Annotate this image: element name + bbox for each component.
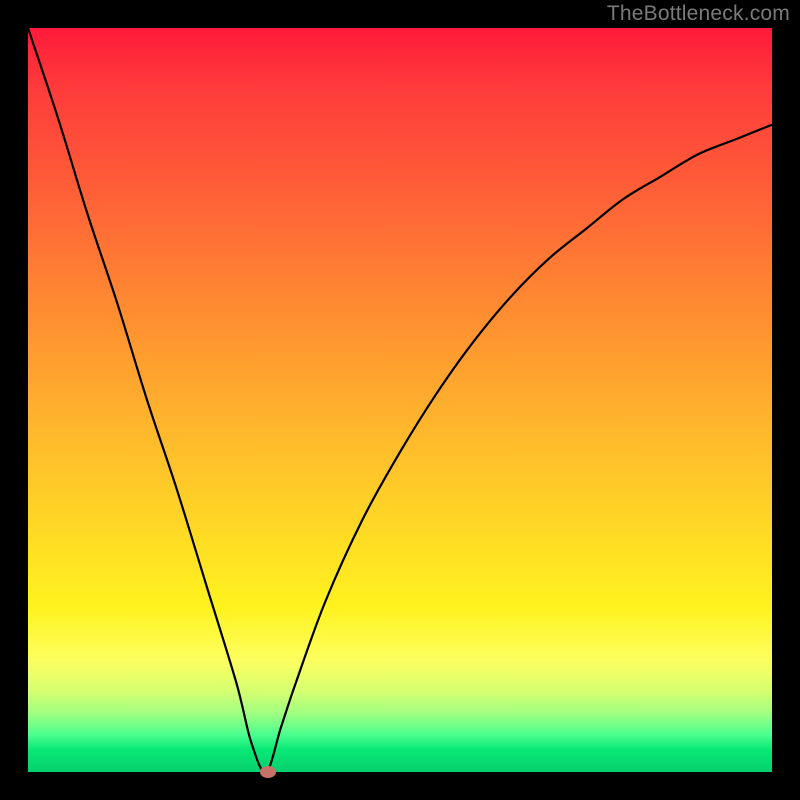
curve-svg xyxy=(28,28,772,772)
watermark-text: TheBottleneck.com xyxy=(607,2,790,26)
bottleneck-curve xyxy=(28,28,772,772)
plot-area xyxy=(28,28,772,772)
optimal-point-marker xyxy=(260,766,276,778)
chart-frame: TheBottleneck.com xyxy=(0,0,800,800)
